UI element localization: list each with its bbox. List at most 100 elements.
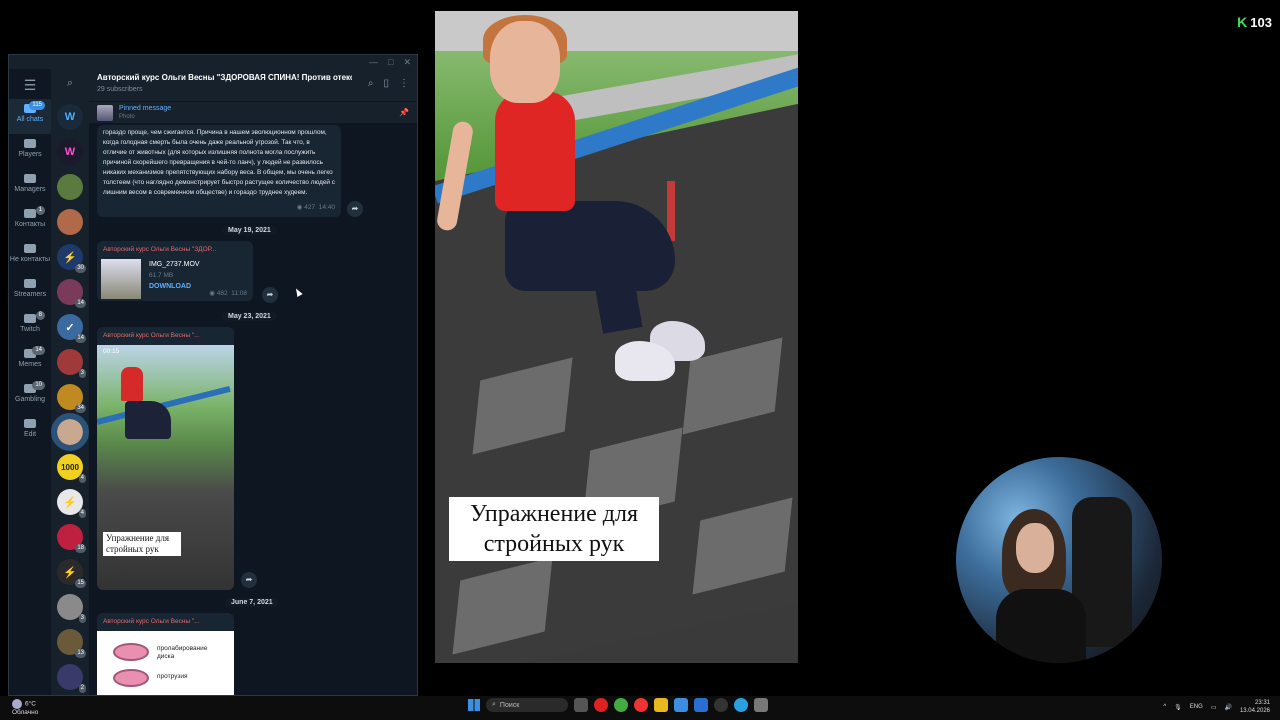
sliders-icon — [24, 419, 36, 428]
folder-players[interactable]: Players — [9, 134, 51, 169]
folder-all-chats[interactable]: 115 All chats — [9, 99, 51, 134]
yandex-icon[interactable] — [634, 698, 648, 712]
message-meta: ◉ 427 14:40 — [296, 204, 335, 211]
chat-avatar[interactable]: 3 — [57, 594, 86, 623]
chat-list: ⌕ W W ⚡ 30 14 ✓ 14 3 34 1000 4 ⚡ 4 18 ⚡ 15 3 … — [51, 69, 89, 695]
volume-icon[interactable]: 🔊 — [1224, 704, 1231, 711]
message-sender: Авторский курс Ольги Весны "... — [103, 332, 200, 339]
image-message[interactable]: Авторский курс Ольги Весны "... пролабир… — [97, 613, 234, 695]
image-thumbnail[interactable]: пролабирование диска протрузия — [97, 631, 234, 695]
video-caption: Упражнение для стройных рук — [449, 497, 659, 561]
chat-avatar[interactable] — [57, 174, 83, 200]
start-button[interactable] — [468, 699, 480, 711]
forward-icon[interactable]: ➦ — [241, 572, 257, 588]
taskbar-search[interactable]: ⌕ Поиск — [486, 698, 568, 712]
chat-avatar[interactable]: 34 — [57, 384, 86, 413]
search-icon: ⌕ — [492, 701, 496, 708]
language-indicator[interactable]: ENG — [1190, 704, 1203, 710]
folder-icon — [24, 139, 36, 148]
cloud-icon — [12, 699, 22, 709]
video-duration: 00:15 — [103, 348, 120, 355]
obs-icon[interactable] — [714, 698, 728, 712]
chat-avatar[interactable] — [57, 209, 83, 235]
chat-avatar[interactable]: ✓ 14 — [57, 314, 86, 343]
telegram-window: — □ ✕ ☰ 115 All chats Players Managers 1К… — [8, 54, 418, 696]
chat-avatar[interactable]: ⚡ 4 — [57, 489, 86, 518]
network-icon[interactable]: ▭ — [1211, 704, 1217, 711]
folder-rail: ☰ 115 All chats Players Managers 1 Контакт… — [9, 69, 51, 695]
settings-icon[interactable] — [754, 698, 768, 712]
menu-icon[interactable]: ☰ — [9, 77, 51, 99]
chat-avatar[interactable]: W — [57, 139, 83, 165]
more-icon[interactable]: ⋮ — [399, 78, 409, 89]
forward-icon[interactable]: ➦ — [347, 201, 363, 217]
sidebar-toggle-icon[interactable]: ▯ — [383, 78, 389, 89]
download-link[interactable]: DOWNLOAD — [149, 283, 191, 290]
kick-logo-icon: K — [1237, 14, 1248, 30]
subscriber-count: 29 subscribers — [97, 86, 143, 93]
chat-avatar[interactable]: 2 — [57, 664, 86, 693]
chat-avatar[interactable]: 13 — [57, 629, 86, 658]
webcam-overlay — [956, 457, 1162, 663]
chat-title: Авторский курс Ольги Весны "ЗДОРОВАЯ СПИ… — [97, 73, 352, 82]
video-thumbnail[interactable]: 00:15 Упражнение для стройных рук — [97, 345, 234, 590]
chat-avatar[interactable]: W — [57, 104, 83, 130]
eye-icon: ◉ — [209, 290, 215, 297]
search-icon[interactable]: ⌕ — [51, 77, 89, 99]
pinned-message-bar[interactable]: Pinned message Photo 📌 — [89, 101, 417, 123]
main-video: Упражнение для стройных рук — [435, 11, 798, 663]
folder-icon — [24, 244, 36, 253]
folder-contacts[interactable]: 1 Контакты — [9, 204, 51, 239]
weather-widget[interactable]: 6°C Облачно — [12, 699, 38, 717]
chat-header[interactable]: Авторский курс Ольги Весны "ЗДОРОВАЯ СПИ… — [89, 69, 417, 101]
minimize-icon[interactable]: — — [369, 57, 378, 68]
search-icon[interactable]: ⌕ — [368, 78, 374, 89]
opera-icon[interactable] — [594, 698, 608, 712]
close-icon[interactable]: ✕ — [403, 57, 411, 68]
clock[interactable]: 23:31 13.04.2026 — [1240, 699, 1270, 715]
pin-list-icon[interactable]: 📌 — [399, 108, 409, 117]
window-controls: — □ ✕ — [369, 57, 411, 68]
message-sender: Авторский курс Ольги Весны "ЗДОР... — [103, 246, 217, 253]
chat-avatar[interactable]: ⚡ 15 — [57, 559, 86, 588]
folder-edit[interactable]: Edit — [9, 414, 51, 449]
shield-icon[interactable] — [694, 698, 708, 712]
file-message: Авторский курс Ольги Весны "ЗДОР... IMG_… — [97, 241, 253, 301]
forward-icon[interactable]: ➦ — [262, 287, 278, 303]
task-view-icon[interactable] — [574, 698, 588, 712]
microphone-icon[interactable]: 🎙 — [1174, 704, 1182, 711]
video-caption: Упражнение для стройных рук — [103, 532, 181, 556]
folder-icon — [24, 209, 36, 218]
text-message: гораздо проще, чем сжигается. Причина в … — [97, 125, 341, 217]
chrome-icon[interactable] — [614, 698, 628, 712]
video-message[interactable]: Авторский курс Ольги Весны "... 00:15 Уп… — [97, 327, 234, 590]
chat-pane: Авторский курс Ольги Весны "ЗДОРОВАЯ СПИ… — [89, 69, 417, 695]
folder-streamers[interactable]: Streamers — [9, 274, 51, 309]
folder-memes[interactable]: 14 Memes — [9, 344, 51, 379]
chat-avatar[interactable]: 3 — [57, 349, 86, 378]
telegram-icon[interactable] — [734, 698, 748, 712]
date-separator: May 19, 2021 — [222, 226, 277, 235]
system-tray: ^ 🎙 ENG ▭ 🔊 23:31 13.04.2026 — [1163, 699, 1270, 715]
todo-icon[interactable] — [674, 698, 688, 712]
channel-logo: K 103 — [1237, 14, 1272, 30]
folder-non-contacts[interactable]: Не контакты — [9, 239, 51, 274]
chat-avatar-selected[interactable] — [51, 413, 89, 451]
folder-twitch[interactable]: 8 Twitch — [9, 309, 51, 344]
taskbar: 6°C Облачно ⌕ Поиск ^ 🎙 ENG ▭ 🔊 23:31 13.… — [0, 696, 1280, 720]
folder-managers[interactable]: Managers — [9, 169, 51, 204]
chat-avatar[interactable]: 1000 4 — [57, 454, 86, 483]
folder-icon — [24, 314, 36, 323]
eye-icon: ◉ — [296, 204, 303, 211]
chevron-up-icon[interactable]: ^ — [1163, 704, 1166, 710]
message-meta: ◉ 482 11:08 — [209, 290, 247, 297]
folder-gambling[interactable]: 10 Gambling — [9, 379, 51, 414]
pinned-thumbnail — [97, 105, 113, 121]
file-explorer-icon[interactable] — [654, 698, 668, 712]
chat-avatar[interactable]: 14 — [57, 279, 86, 308]
chat-avatar[interactable]: 18 — [57, 524, 86, 553]
date-separator: June 7, 2021 — [225, 598, 279, 607]
file-thumbnail[interactable] — [101, 259, 141, 299]
maximize-icon[interactable]: □ — [388, 57, 393, 68]
chat-avatar[interactable]: ⚡ 30 — [57, 244, 86, 273]
